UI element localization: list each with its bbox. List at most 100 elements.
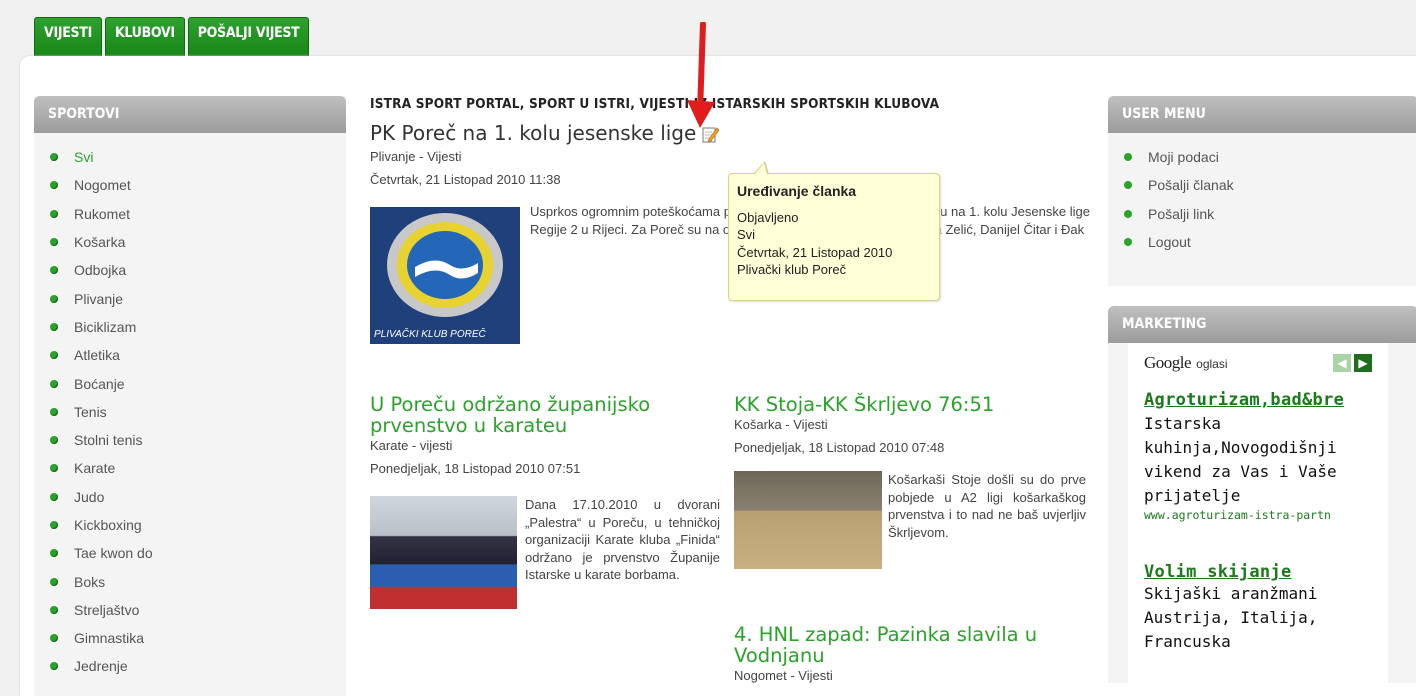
bullet-icon: [50, 605, 58, 614]
bullet-icon: [50, 634, 58, 643]
bullet-icon: [1124, 153, 1132, 162]
sidebar-item-stolni-tenis[interactable]: Stolni tenis: [50, 426, 346, 454]
ad-1-title[interactable]: Agroturizam,bad&bre: [1144, 390, 1372, 410]
user-menu-posalji-link[interactable]: Pošalji link: [1124, 200, 1416, 228]
sidebar-title: SPORTOVI: [34, 96, 346, 133]
bullet-icon: [50, 153, 58, 162]
article-karate-date: Ponedjeljak, 18 Listopad 2010 07:51: [370, 461, 581, 476]
sidebar-item-rukomet[interactable]: Rukomet: [50, 200, 346, 228]
sidebar-item-tenis[interactable]: Tenis: [50, 398, 346, 426]
top-tabs: VIJESTI KLUBOVI POŠALJI VIJEST: [34, 17, 310, 57]
sidebar-item-svi[interactable]: Svi: [50, 143, 346, 171]
logo-caption: PLIVAČKI KLUB POREČ: [374, 329, 486, 340]
article-kosarka-body-wrap: Košarkaši Stoje došli su do prve pobjede…: [734, 471, 1086, 569]
tooltip-line-status: Objavljeno: [737, 209, 799, 225]
article-kosarka: KK Stoja-KK Škrljevo 76:51 Košarka - Vij…: [734, 394, 1086, 569]
bullet-icon: [50, 521, 58, 529]
user-menu: Moji podaci Pošalji članak Pošalji link …: [1108, 133, 1416, 256]
sidebar-item-kosarka[interactable]: Košarka: [50, 228, 346, 256]
sidebar-item-jedrenje[interactable]: Jedrenje: [50, 652, 346, 680]
sidebar-sportovi: SPORTOVI Svi Nogomet Rukomet Košarka Odb…: [34, 96, 346, 696]
bullet-icon: [50, 577, 58, 586]
google-ads-header: Google oglasi ◀ ▶: [1144, 353, 1372, 373]
user-menu-title: USER MENU: [1108, 96, 1416, 133]
sidebar-item-bocanje[interactable]: Boćanje: [50, 369, 346, 397]
ad-2: Volim skijanje Skijaški aranžmani Austri…: [1144, 562, 1372, 654]
oglasi-label: oglasi: [1196, 357, 1228, 371]
user-menu-posalji-clanak[interactable]: Pošalji članak: [1124, 171, 1416, 199]
tooltip-line-access: Svi: [737, 227, 756, 242]
featured-title-text[interactable]: PK Poreč na 1. kolu jesenske lige: [370, 121, 696, 145]
ad-1-url[interactable]: www.agroturizam-istra-partn: [1144, 508, 1372, 522]
bullet-icon: [50, 294, 58, 303]
bullet-icon: [50, 238, 58, 247]
bullet-icon: [50, 662, 58, 671]
sport-menu: Svi Nogomet Rukomet Košarka Odbojka Pliv…: [34, 133, 346, 681]
article-karate-category: Karate - vijesti: [370, 438, 453, 453]
marketing-body: Google oglasi ◀ ▶ Agroturizam,bad&bre Is…: [1108, 343, 1416, 683]
next-ad-icon[interactable]: ▶: [1354, 354, 1372, 372]
bullet-icon: [50, 492, 58, 501]
marketing-box: MARKETING Google oglasi ◀ ▶ Agroturizam,…: [1108, 306, 1416, 683]
sidebar-item-atletika[interactable]: Atletika: [50, 341, 346, 369]
club-logo-image: PLIVAČKI KLUB POREČ: [370, 207, 520, 344]
article-nogomet: 4. HNL zapad: Pazinka slavila u Vodnjanu…: [734, 624, 1086, 683]
tab-klubovi[interactable]: KLUBOVI: [104, 17, 185, 57]
prev-ad-icon[interactable]: ◀: [1333, 354, 1351, 372]
bullet-icon: [50, 181, 58, 190]
bullet-icon: [50, 436, 58, 445]
user-menu-logout[interactable]: Logout: [1124, 228, 1416, 256]
bullet-icon: [50, 322, 58, 331]
article-karate-title[interactable]: U Poreču održano županijsko prvenstvo u …: [370, 394, 720, 436]
karate-photo: [370, 496, 517, 609]
bullet-icon: [50, 379, 58, 388]
site-heading: ISTRA SPORT PORTAL, SPORT U ISTRI, VIJES…: [370, 96, 940, 112]
bullet-icon: [50, 266, 58, 275]
sidebar-item-nogomet[interactable]: Nogomet: [50, 171, 346, 199]
bullet-icon: [1124, 238, 1132, 247]
featured-article-title: PK Poreč na 1. kolu jesenske lige: [370, 121, 1090, 145]
sidebar-item-boks[interactable]: Boks: [50, 567, 346, 595]
bullet-icon: [1124, 209, 1132, 218]
bullet-icon: [50, 351, 58, 360]
sidebar-item-kickboxing[interactable]: Kickboxing: [50, 511, 346, 539]
tooltip-line-author: Plivački klub Poreč: [737, 262, 847, 277]
sidebar-item-streljastvo[interactable]: Streljaštvo: [50, 596, 346, 624]
featured-category: Plivanje - Vijesti: [370, 149, 462, 164]
marketing-title: MARKETING: [1108, 306, 1416, 343]
sidebar-item-biciklizam[interactable]: Biciklizam: [50, 313, 346, 341]
user-menu-moji-podaci[interactable]: Moji podaci: [1124, 143, 1416, 171]
article-nogomet-category: Nogomet - Vijesti: [734, 668, 833, 683]
right-column: USER MENU Moji podaci Pošalji članak Poš…: [1108, 96, 1416, 683]
bullet-icon: [50, 464, 58, 473]
basketball-photo: [734, 471, 882, 569]
tooltip-title: Uređivanje članka: [737, 183, 857, 199]
article-karate-body-wrap: Dana 17.10.2010 u dvorani „Palestra“ u P…: [370, 496, 720, 609]
google-logo: Google: [1144, 353, 1192, 372]
article-karate: U Poreču održano županijsko prvenstvo u …: [370, 394, 720, 609]
ad-2-text: Skijaški aranžmani Austrija, Italija, Fr…: [1144, 584, 1318, 651]
article-kosarka-date: Ponedjeljak, 18 Listopad 2010 07:48: [734, 440, 945, 455]
sidebar-item-plivanje[interactable]: Plivanje: [50, 284, 346, 312]
sidebar-item-tae-kwon-do[interactable]: Tae kwon do: [50, 539, 346, 567]
article-kosarka-title[interactable]: KK Stoja-KK Škrljevo 76:51: [734, 394, 1086, 415]
sidebar-item-judo[interactable]: Judo: [50, 483, 346, 511]
ad-2-title[interactable]: Volim skijanje: [1144, 562, 1372, 582]
user-menu-box: USER MENU Moji podaci Pošalji članak Poš…: [1108, 96, 1416, 286]
red-arrow-icon: [687, 22, 715, 128]
bullet-icon: [1124, 181, 1132, 190]
ad-1-text: Istarska kuhinja,Novogodišnji vikend za …: [1144, 414, 1337, 505]
sidebar-item-odbojka[interactable]: Odbojka: [50, 256, 346, 284]
google-ads: Google oglasi ◀ ▶ Agroturizam,bad&bre Is…: [1128, 343, 1388, 683]
tab-posalji-vijest[interactable]: POŠALJI VIJEST: [187, 17, 310, 57]
edit-tooltip: Uređivanje članka Objavljeno Svi Četvrta…: [728, 161, 940, 301]
article-kosarka-category: Košarka - Vijesti: [734, 417, 828, 432]
bullet-icon: [50, 549, 58, 558]
sidebar-item-gimnastika[interactable]: Gimnastika: [50, 624, 346, 652]
ad-1: Agroturizam,bad&bre Istarska kuhinja,Nov…: [1144, 390, 1372, 522]
bullet-icon: [50, 407, 58, 416]
tab-vijesti[interactable]: VIJESTI: [34, 17, 102, 57]
article-nogomet-title[interactable]: 4. HNL zapad: Pazinka slavila u Vodnjanu: [734, 624, 1086, 666]
sidebar-item-karate[interactable]: Karate: [50, 454, 346, 482]
tooltip-line-date: Četvrtak, 21 Listopad 2010: [737, 244, 893, 260]
